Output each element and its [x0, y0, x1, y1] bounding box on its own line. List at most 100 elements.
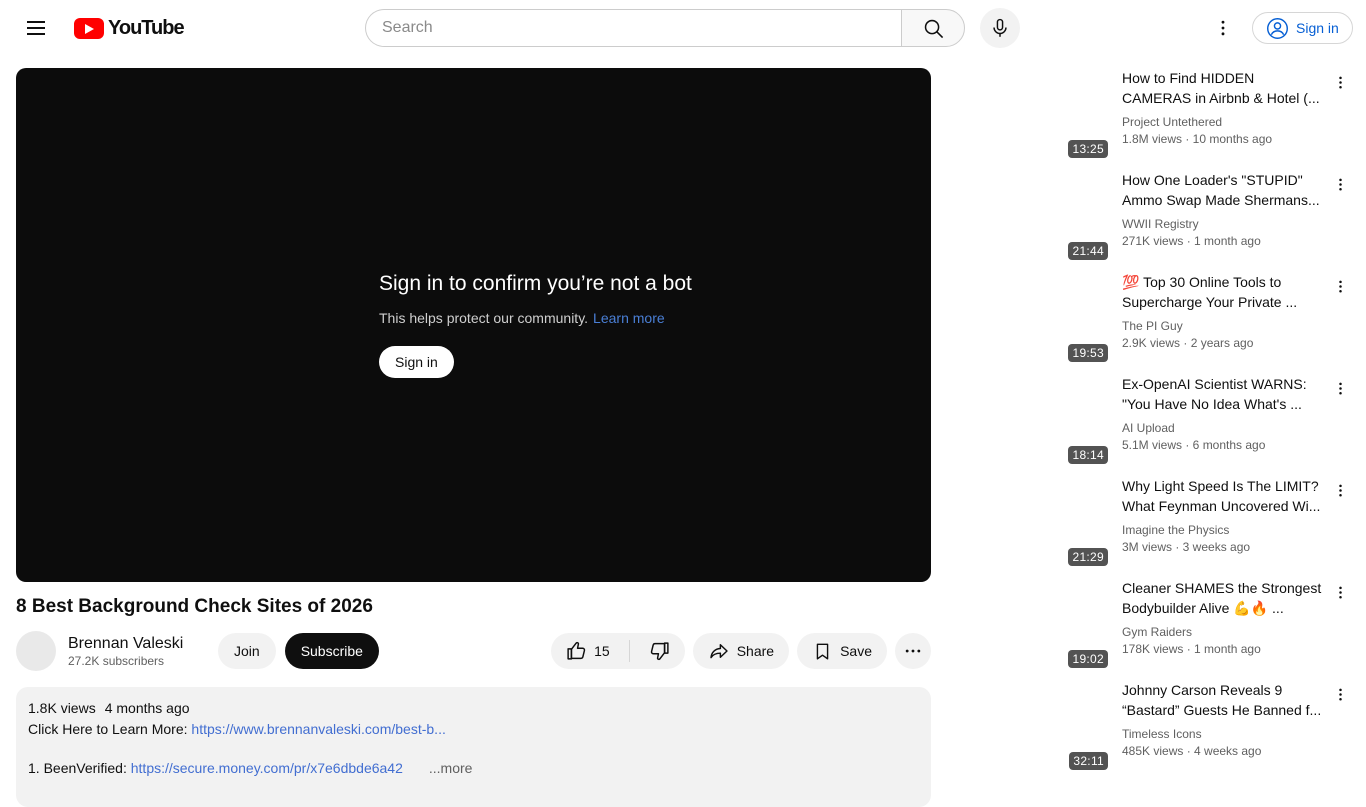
description-link[interactable]: https://secure.money.com/pr/x7e6dbde6a42 — [131, 760, 403, 776]
related-video-item[interactable]: 19:53 💯 Top 30 Online Tools to Superchar… — [946, 272, 1352, 366]
like-icon — [567, 641, 586, 660]
description-text: Click Here to Learn More: — [28, 721, 192, 737]
related-video-title[interactable]: Johnny Carson Reveals 9 “Bastard” Guests… — [1122, 680, 1324, 720]
related-video-item[interactable]: 18:14 Ex-OpenAI Scientist WARNS: "You Ha… — [946, 374, 1352, 468]
join-button[interactable]: Join — [218, 633, 276, 669]
action-buttons: 15 Share Save — [551, 633, 931, 669]
related-video-meta: 2.9K views · 2 years ago — [1122, 336, 1254, 350]
show-more-link[interactable]: ...more — [429, 760, 473, 776]
related-videos-sidebar: 13:25 How to Find HIDDEN CAMERAS in Airb… — [946, 68, 1352, 782]
related-video-meta: 1.8M views · 10 months ago — [1122, 132, 1273, 146]
save-button[interactable]: Save — [797, 633, 887, 669]
related-video-meta: 5.1M views · 6 months ago — [1122, 438, 1266, 452]
kebab-menu-icon[interactable] — [1328, 682, 1352, 706]
related-video-meta: 271K views · 1 month ago — [1122, 234, 1261, 248]
related-video-item[interactable]: 13:25 How to Find HIDDEN CAMERAS in Airb… — [946, 68, 1352, 162]
related-video-title[interactable]: Ex-OpenAI Scientist WARNS: "You Have No … — [1122, 374, 1324, 414]
video-thumbnail[interactable]: 18:14 — [946, 374, 1114, 468]
related-video-title[interactable]: How One Loader's "STUPID" Ammo Swap Made… — [1122, 170, 1324, 210]
duration-badge: 19:02 — [1068, 650, 1108, 668]
kebab-menu-icon[interactable] — [1210, 16, 1236, 40]
dislike-icon — [650, 642, 669, 661]
related-video-title[interactable]: 💯 Top 30 Online Tools to Supercharge You… — [1122, 272, 1324, 312]
related-video-item[interactable]: 19:02 Cleaner SHAMES the Strongest Bodyb… — [946, 578, 1352, 672]
masthead: YouTube Sign in — [0, 0, 1366, 56]
channel-name[interactable]: Brennan Valeski — [68, 635, 196, 653]
search-input[interactable] — [365, 9, 901, 47]
player-signin-button[interactable]: Sign in — [379, 346, 454, 378]
save-label: Save — [840, 643, 872, 659]
related-video-item[interactable]: 32:11 Johnny Carson Reveals 9 “Bastard” … — [946, 680, 1352, 774]
save-icon — [816, 643, 829, 660]
divider — [628, 640, 630, 662]
duration-badge: 21:29 — [1068, 548, 1108, 566]
kebab-menu-icon[interactable] — [1328, 274, 1352, 298]
video-thumbnail[interactable]: 19:53 — [946, 272, 1114, 366]
video-player[interactable]: Sign in to confirm you’re not a bot This… — [16, 68, 931, 582]
related-video-title[interactable]: How to Find HIDDEN CAMERAS in Airbnb & H… — [1122, 68, 1324, 108]
related-video-item[interactable]: 21:29 Why Light Speed Is The LIMIT? What… — [946, 476, 1352, 570]
upload-age: 4 months ago — [104, 700, 190, 716]
duration-badge: 21:44 — [1068, 242, 1108, 260]
learn-more-link[interactable]: Learn more — [593, 310, 665, 326]
header-signin-button[interactable]: Sign in — [1252, 12, 1353, 44]
related-video-channel: AI Upload — [1122, 421, 1175, 435]
channel-meta: Brennan Valeski 27.2K subscribers — [68, 635, 196, 668]
related-video-meta: 178K views · 1 month ago — [1122, 642, 1261, 656]
duration-badge: 19:53 — [1068, 344, 1108, 362]
bot-check-message: Sign in to confirm you’re not a bot This… — [379, 272, 692, 378]
share-label: Share — [736, 643, 775, 659]
related-video-meta: 485K views · 4 weeks ago — [1122, 744, 1262, 758]
video-thumbnail[interactable]: 21:44 — [946, 170, 1114, 264]
related-video-item[interactable]: 21:44 How One Loader's "STUPID" Ammo Swa… — [946, 170, 1352, 264]
bot-check-subtext: This helps protect our community. — [379, 310, 589, 326]
search-icon[interactable] — [901, 9, 965, 47]
description-link[interactable]: https://www.brennanvaleski.com/best-b... — [191, 721, 445, 737]
share-icon — [710, 644, 728, 659]
duration-badge: 13:25 — [1068, 140, 1108, 158]
related-video-channel: WWII Registry — [1122, 217, 1199, 231]
kebab-menu-icon[interactable] — [1328, 478, 1352, 502]
search-bar — [365, 9, 965, 47]
related-video-meta: 3M views · 3 weeks ago — [1122, 540, 1251, 554]
kebab-menu-icon[interactable] — [1328, 70, 1352, 94]
bot-check-headline: Sign in to confirm you’re not a bot — [379, 272, 692, 295]
youtube-play-icon — [74, 18, 104, 39]
youtube-logo[interactable]: YouTube — [74, 17, 185, 40]
like-button[interactable]: 15 — [551, 633, 622, 669]
kebab-menu-icon[interactable] — [1328, 376, 1352, 400]
mic-icon[interactable] — [980, 8, 1020, 48]
kebab-menu-icon[interactable] — [1328, 580, 1352, 604]
menu-icon[interactable] — [22, 16, 50, 40]
related-video-channel: Project Untethered — [1122, 115, 1223, 129]
kebab-menu-icon[interactable] — [1328, 172, 1352, 196]
logo-text: YouTube — [108, 17, 185, 39]
video-info-row: Brennan Valeski 27.2K subscribers Join S… — [16, 631, 931, 671]
description-text: 1. BeenVerified: — [28, 760, 131, 776]
related-video-title[interactable]: Cleaner SHAMES the Strongest Bodybuilder… — [1122, 578, 1324, 618]
dislike-button[interactable] — [637, 633, 685, 669]
more-actions-icon[interactable] — [895, 633, 931, 669]
related-video-title[interactable]: Why Light Speed Is The LIMIT? What Feynm… — [1122, 476, 1324, 516]
share-button[interactable]: Share — [692, 633, 790, 669]
signin-label: Sign in — [1296, 20, 1339, 36]
related-video-channel: The PI Guy — [1122, 319, 1183, 333]
related-video-channel: Gym Raiders — [1122, 625, 1193, 639]
view-count: 1.8K views — [28, 700, 96, 716]
related-video-channel: Timeless Icons — [1122, 727, 1202, 741]
related-video-channel: Imagine the Physics — [1122, 523, 1230, 537]
description-box[interactable]: 1.8K views 4 months ago Click Here to Lea… — [16, 687, 931, 807]
duration-badge: 18:14 — [1068, 446, 1108, 464]
like-count: 15 — [594, 643, 610, 659]
video-thumbnail[interactable]: 21:29 — [946, 476, 1114, 570]
video-thumbnail[interactable]: 32:11 — [946, 680, 1114, 774]
subscriber-count: 27.2K subscribers — [68, 653, 165, 668]
person-icon — [1267, 17, 1288, 39]
subscribe-button[interactable]: Subscribe — [284, 633, 379, 669]
video-thumbnail[interactable]: 13:25 — [946, 68, 1114, 162]
channel-avatar[interactable] — [16, 631, 56, 671]
like-dislike-pill: 15 — [551, 633, 685, 669]
video-thumbnail[interactable]: 19:02 — [946, 578, 1114, 672]
duration-badge: 32:11 — [1069, 752, 1108, 770]
video-title: 8 Best Background Check Sites of 2026 — [16, 596, 373, 617]
